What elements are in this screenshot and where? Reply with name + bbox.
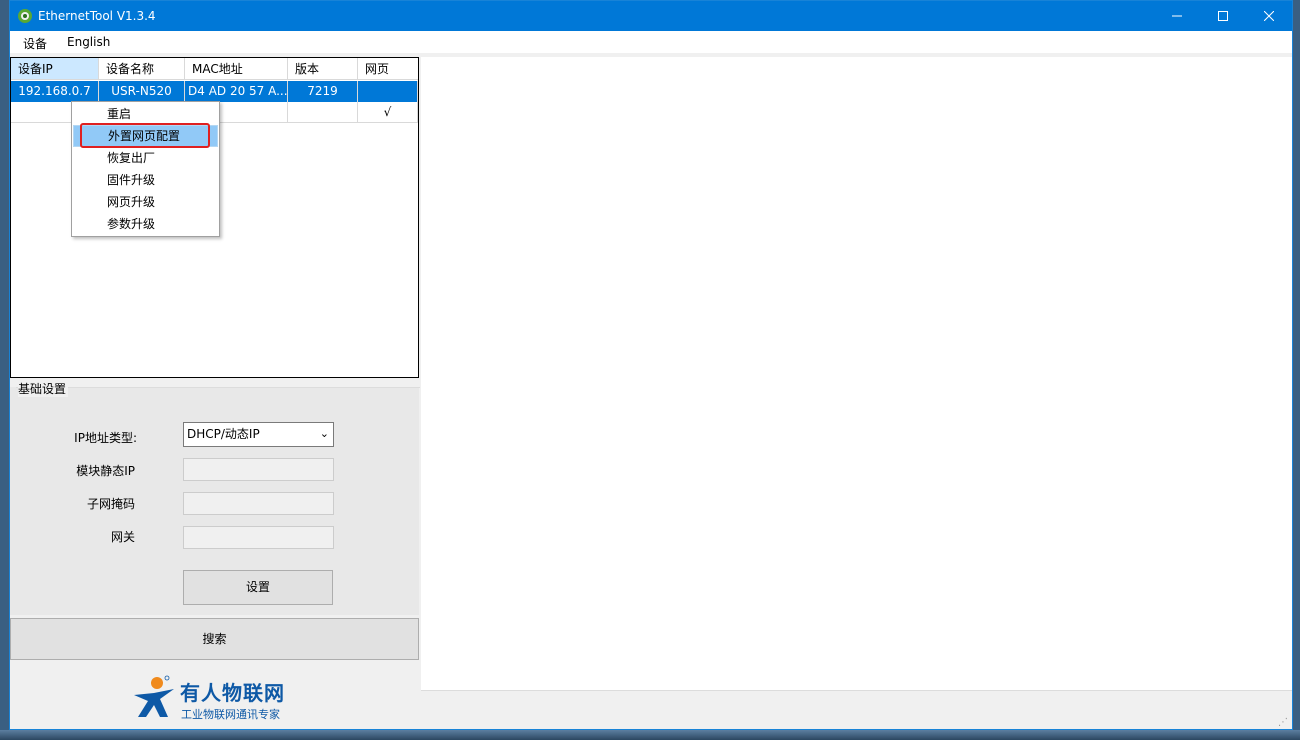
title-bar[interactable]: EthernetTool V1.3.4 — [10, 1, 1292, 31]
desktop-background — [0, 730, 1300, 740]
cell-web — [358, 81, 418, 102]
basic-settings-title: 基础设置 — [18, 380, 69, 397]
subnet-mask-input[interactable] — [183, 492, 334, 515]
minimize-button[interactable] — [1154, 1, 1200, 31]
ip-type-label: IP地址类型: — [74, 431, 137, 445]
column-mac[interactable]: MAC地址 — [185, 58, 288, 80]
highlight-annotation-box — [80, 123, 210, 148]
menu-item-factory-reset[interactable]: 恢复出厂 — [73, 147, 218, 169]
menu-item-firmware-upgrade[interactable]: 固件升级 — [73, 169, 218, 191]
web-config-panel — [421, 57, 1292, 691]
column-device-ip[interactable]: 设备IP — [11, 58, 99, 80]
close-icon — [1264, 11, 1274, 21]
cell-mac: D4 AD 20 57 A... — [185, 81, 288, 102]
search-button[interactable]: 搜索 — [10, 618, 419, 660]
table-row[interactable]: 192.168.0.7 USR-N520 D4 AD 20 57 A... 72… — [11, 81, 418, 102]
resize-grip-icon[interactable]: ⋰ — [1278, 717, 1288, 728]
set-button[interactable]: 设置 — [183, 570, 333, 605]
logo-slogan-text: 工业物联网通讯专家 — [181, 708, 280, 721]
ip-type-value: DHCP/动态IP — [187, 427, 260, 441]
ip-type-select[interactable]: DHCP/动态IP ⌄ — [183, 422, 334, 447]
maximize-button[interactable] — [1200, 1, 1246, 31]
column-device-name[interactable]: 设备名称 — [99, 58, 185, 80]
cell-name: USR-N520 — [99, 81, 185, 102]
column-web[interactable]: 网页 — [358, 58, 418, 80]
menu-device[interactable]: 设备 — [23, 35, 47, 52]
window-title: EthernetTool V1.3.4 — [38, 9, 156, 23]
cell-version — [288, 102, 358, 123]
minimize-icon — [1172, 15, 1182, 17]
logo-brand-text: 有人物联网 — [180, 681, 285, 705]
cell-ip: 192.168.0.7 — [11, 81, 99, 102]
group-divider — [16, 387, 420, 388]
gateway-input[interactable] — [183, 526, 334, 549]
app-logo-icon — [18, 9, 32, 23]
menu-item-web-upgrade[interactable]: 网页升级 — [73, 191, 218, 213]
close-button[interactable] — [1246, 1, 1292, 31]
cell-version: 7219 — [288, 81, 358, 102]
list-header: 设备IP 设备名称 MAC地址 版本 网页 — [11, 58, 418, 80]
menu-item-parameter-upgrade[interactable]: 参数升级 — [73, 213, 218, 235]
menu-bar: 设备 English — [10, 31, 1292, 53]
gateway-label: 网关 — [110, 530, 135, 544]
context-menu: 重启 外置网页配置 恢复出厂 固件升级 网页升级 参数升级 — [71, 101, 220, 237]
static-ip-input[interactable] — [183, 458, 334, 481]
cell-web: √ — [358, 102, 418, 123]
maximize-icon — [1218, 11, 1228, 21]
chevron-down-icon: ⌄ — [319, 427, 329, 440]
usr-logo-icon — [134, 675, 174, 717]
static-ip-label: 模块静态IP — [76, 464, 135, 478]
menu-item-reboot[interactable]: 重启 — [73, 103, 218, 125]
subnet-mask-label: 子网掩码 — [86, 497, 135, 511]
menu-english[interactable]: English — [67, 35, 110, 49]
column-version[interactable]: 版本 — [288, 58, 358, 80]
